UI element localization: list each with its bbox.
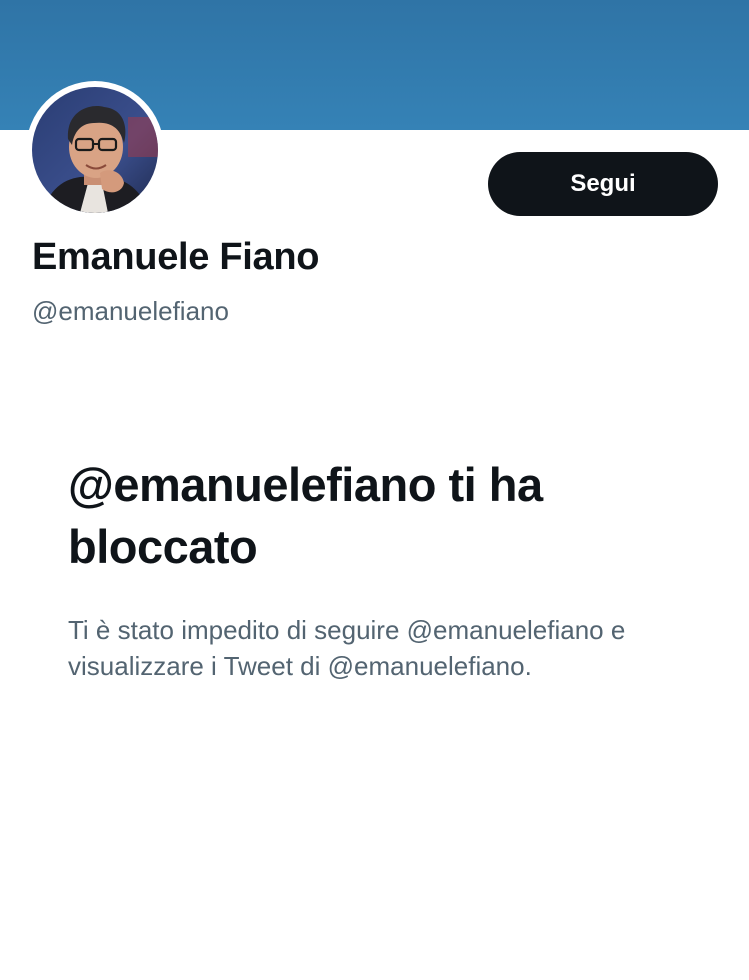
avatar-image [32, 87, 158, 213]
avatar-frame [26, 81, 164, 219]
profile-handle: @emanuelefiano [32, 296, 229, 326]
follow-button[interactable]: Segui [488, 152, 718, 216]
blocked-message: Ti è stato impedito di seguire @emanuele… [68, 615, 626, 681]
blocked-title: @emanuelefiano ti ha bloccato [68, 458, 543, 573]
avatar[interactable] [32, 87, 158, 213]
profile-display-name: Emanuele Fiano [32, 236, 320, 278]
